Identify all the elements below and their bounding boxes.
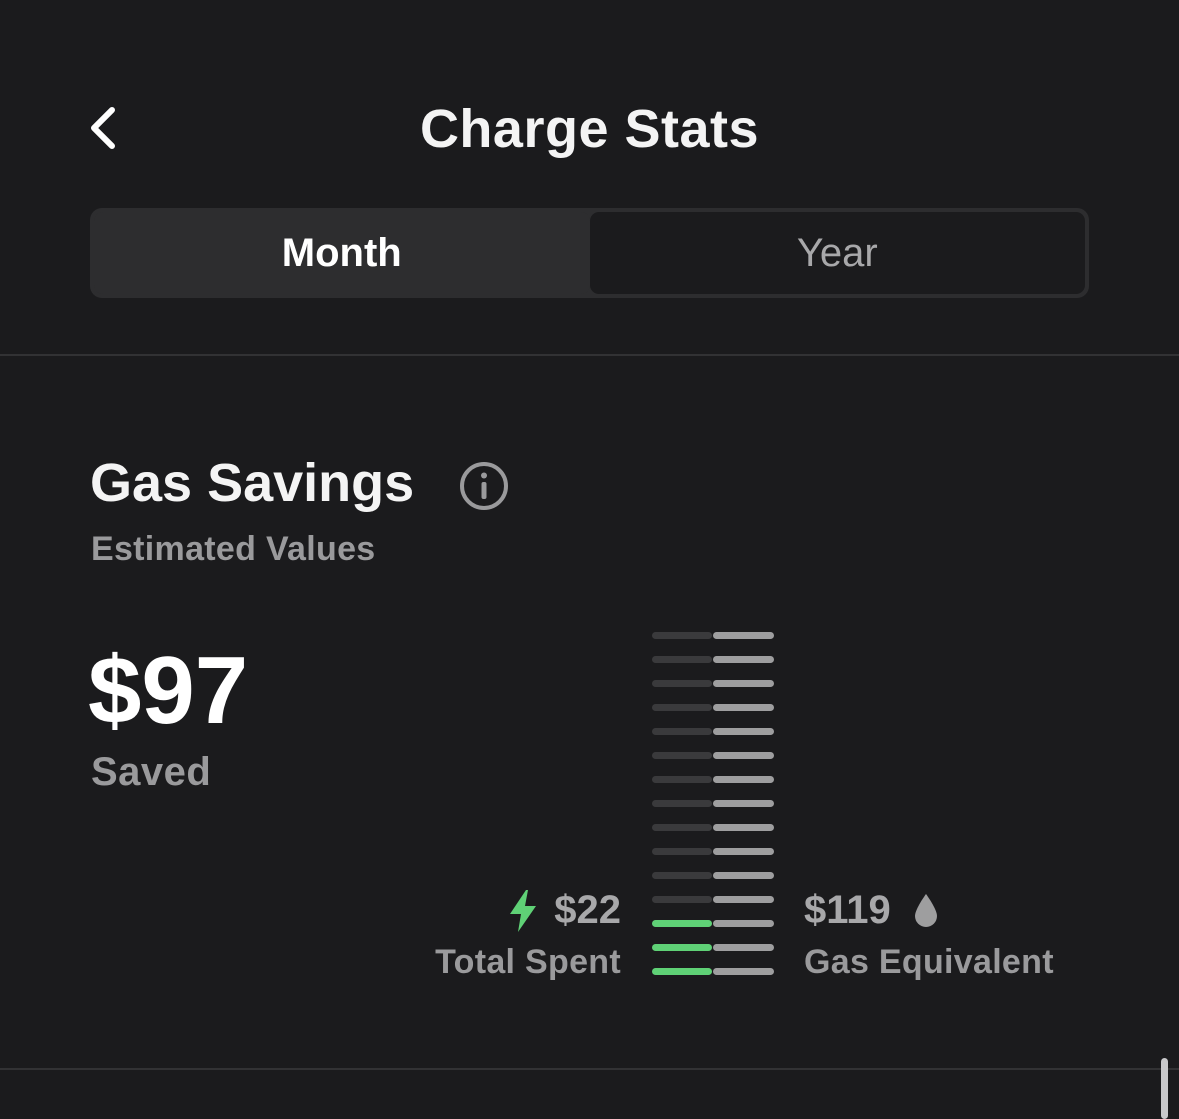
meter-gas-segment [713,728,774,735]
meter-segment [652,944,774,951]
meter-spent-segment [652,656,712,663]
meter-gas-segment [713,632,774,639]
meter-spent-segment [652,680,712,687]
meter-spent-segment [652,632,712,639]
scrollbar[interactable] [1161,1058,1168,1119]
meter-gas-segment [713,848,774,855]
info-icon[interactable] [458,460,510,512]
meter-segment [652,800,774,807]
gas-savings-title: Gas Savings [90,453,415,513]
tab-year[interactable]: Year [589,212,1085,294]
meter-gas-segment [713,920,774,927]
tab-month[interactable]: Month [94,212,590,294]
total-spent-value: $22 [554,888,621,932]
meter-segment [652,920,774,927]
charge-stats-screen: Charge Stats Month Year Gas Savings Esti… [0,0,1179,1119]
meter-spent-segment [652,824,712,831]
meter-segment [652,728,774,735]
divider [0,354,1179,356]
meter-gas-segment [713,752,774,759]
meter-segment [652,680,774,687]
meter-spent-segment [652,920,712,927]
meter-gas-segment [713,800,774,807]
total-spent-label: Total Spent [435,943,621,981]
divider [0,1068,1179,1070]
meter-spent-segment [652,704,712,711]
meter-gas-segment [713,944,774,951]
meter-gas-segment [713,656,774,663]
meter-segment [652,968,774,975]
meter-spent-segment [652,944,712,951]
total-spent-group: $22 Total Spent [435,888,621,982]
meter-spent-segment [652,752,712,759]
meter-gas-segment [713,968,774,975]
meter-segment [652,752,774,759]
meter-gas-segment [713,896,774,903]
gas-equivalent-group: $119 Gas Equivalent [804,888,1054,982]
meter-spent-segment [652,776,712,783]
lightning-bolt-icon [510,889,537,932]
meter-gas-segment [713,704,774,711]
savings-meter [652,632,774,978]
meter-gas-segment [713,824,774,831]
meter-spent-segment [652,896,712,903]
meter-gas-segment [713,776,774,783]
saved-label: Saved [91,750,212,794]
meter-gas-segment [713,680,774,687]
meter-segment [652,656,774,663]
meter-spent-segment [652,728,712,735]
page-title: Charge Stats [419,99,760,159]
meter-segment [652,632,774,639]
meter-segment [652,896,774,903]
meter-segment [652,824,774,831]
meter-segment [652,872,774,879]
period-segmented-control: Month Year [90,208,1089,298]
meter-segment [652,776,774,783]
fuel-drop-icon [914,893,937,927]
meter-spent-segment [652,968,712,975]
gas-equivalent-value: $119 [804,888,891,932]
gas-equivalent-label: Gas Equivalent [804,943,1054,981]
meter-segment [652,848,774,855]
estimated-values-label: Estimated Values [91,530,376,568]
meter-spent-segment [652,848,712,855]
meter-spent-segment [652,872,712,879]
meter-spent-segment [652,800,712,807]
saved-amount: $97 [88,637,249,744]
meter-segment [652,704,774,711]
meter-gas-segment [713,872,774,879]
